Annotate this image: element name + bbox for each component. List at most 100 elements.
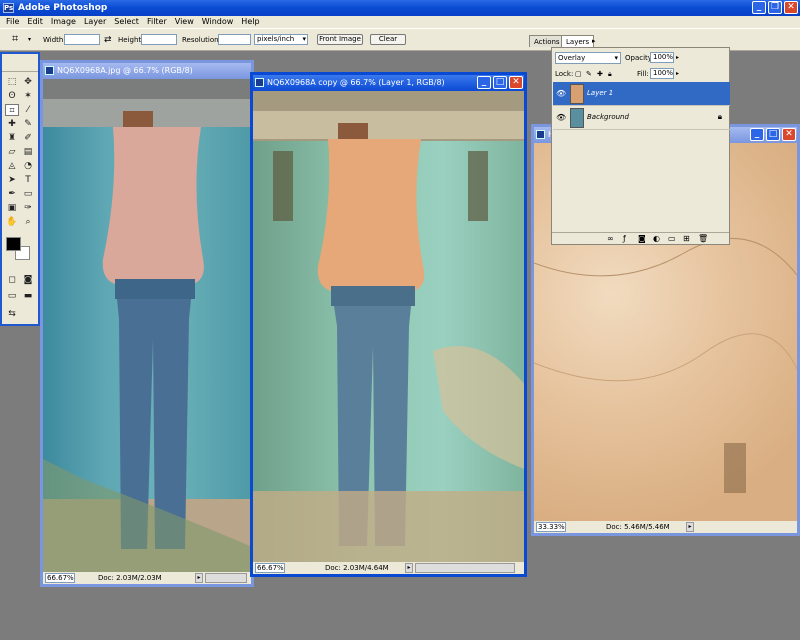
document-title-bar[interactable]: NQ6X0968A copy @ 66.7% (Layer 1, RGB/8) … (253, 75, 524, 91)
lasso-tool-icon[interactable]: ʘ (5, 90, 19, 102)
close-button[interactable]: ✕ (782, 128, 796, 141)
eye-icon[interactable]: 👁︎ (556, 113, 566, 122)
photo-image (43, 79, 251, 572)
horizontal-scrollbar[interactable] (205, 573, 247, 583)
slice-tool-icon[interactable]: ⁄ (21, 104, 35, 116)
photo-image-blended (253, 91, 524, 562)
status-bar: 66.67% Doc: 2.03M/2.03M ▸ (43, 572, 251, 584)
document-canvas[interactable] (253, 91, 524, 562)
standard-mode-icon[interactable]: ◻ (5, 274, 19, 286)
zoom-field[interactable]: 66.67% (45, 573, 75, 583)
opacity-field[interactable]: 100% (650, 52, 674, 63)
crop-tool-icon[interactable]: ⌗ (5, 104, 19, 116)
layer-mask-icon[interactable]: ◙ (638, 234, 646, 244)
clear-button[interactable]: Clear (370, 34, 406, 45)
new-layer-icon[interactable]: ⊞ (683, 234, 690, 244)
shape-tool-icon[interactable]: ▭ (21, 188, 35, 200)
menu-edit[interactable]: Edit (23, 16, 47, 28)
lock-position-icon[interactable]: ✚ (597, 69, 603, 79)
document-canvas[interactable] (43, 79, 251, 572)
type-tool-icon[interactable]: T (21, 174, 35, 186)
document-window-copy[interactable]: NQ6X0968A copy @ 66.7% (Layer 1, RGB/8) … (250, 72, 527, 577)
layer-style-icon[interactable]: ƒ (623, 234, 626, 244)
menu-window[interactable]: Window (198, 16, 238, 28)
eye-icon[interactable]: 👁︎ (556, 89, 566, 98)
status-menu-arrow-icon[interactable]: ▸ (405, 563, 413, 573)
opacity-slider-arrow-icon[interactable]: ▸ (676, 53, 679, 63)
menu-filter[interactable]: Filter (143, 16, 171, 28)
maximize-button[interactable]: □ (766, 128, 780, 141)
menu-file[interactable]: File (2, 16, 23, 28)
status-menu-arrow-icon[interactable]: ▸ (195, 573, 203, 583)
layers-palette: Overlay ▾ Opacity: 100% ▸ Lock: ▢ ✎ ✚ 🔒︎… (551, 47, 730, 245)
toolbox-header-feather (2, 54, 38, 72)
path-selection-tool-icon[interactable]: ➤ (5, 174, 19, 186)
gradient-tool-icon[interactable]: ▤ (21, 146, 35, 158)
history-brush-tool-icon[interactable]: ✐ (21, 132, 35, 144)
minimize-button[interactable]: _ (752, 1, 766, 14)
eyedropper-tool-icon[interactable]: ✑ (21, 202, 35, 214)
screen-mode-icon[interactable]: ▭ (5, 290, 19, 302)
document-icon (536, 130, 545, 139)
document-title: NQ6X0968A.jpg @ 66.7% (RGB/8) (57, 66, 193, 75)
zoom-field[interactable]: 33.33% (536, 522, 566, 532)
layer-thumbnail (570, 108, 584, 128)
healing-brush-tool-icon[interactable]: ✚ (5, 118, 19, 130)
menu-view[interactable]: View (171, 16, 198, 28)
resolution-units-select[interactable]: pixels/inch ▾ (254, 34, 308, 45)
palette-menu-icon[interactable]: ▸ (588, 35, 600, 47)
tab-actions[interactable]: Actions (529, 35, 565, 47)
zoom-tool-icon[interactable]: ⌕ (21, 216, 35, 228)
clone-stamp-tool-icon[interactable]: ♜ (5, 132, 19, 144)
menu-image[interactable]: Image (47, 16, 80, 28)
marquee-tool-icon[interactable]: ⬚ (5, 76, 19, 88)
layer-row-layer1[interactable]: 👁︎ Layer 1 (553, 82, 730, 106)
hand-tool-icon[interactable]: ✋ (5, 216, 19, 228)
menu-select[interactable]: Select (110, 16, 143, 28)
new-group-icon[interactable]: ▭ (668, 234, 676, 244)
trash-icon[interactable]: 🗑︎ (698, 234, 708, 244)
notes-tool-icon[interactable]: ▣ (5, 202, 19, 214)
blur-tool-icon[interactable]: ◬ (5, 160, 19, 172)
lock-transparency-icon[interactable]: ▢ (575, 69, 582, 79)
width-field[interactable] (64, 34, 100, 45)
minimize-button[interactable]: _ (750, 128, 764, 141)
minimize-button[interactable]: _ (477, 76, 491, 89)
layer-row-background[interactable]: 👁︎ Background 🔒︎ (553, 106, 730, 130)
full-screen-mode-icon[interactable]: ▬ (21, 290, 35, 302)
eraser-tool-icon[interactable]: ▱ (5, 146, 19, 158)
close-button[interactable]: ✕ (784, 1, 798, 14)
height-field[interactable] (141, 34, 177, 45)
adjustment-layer-icon[interactable]: ◐ (653, 234, 660, 244)
move-tool-icon[interactable]: ✥ (21, 76, 35, 88)
resolution-field[interactable] (218, 34, 251, 45)
jump-to-imageready-icon[interactable]: ⇆ (5, 308, 19, 320)
menu-help[interactable]: Help (237, 16, 263, 28)
fill-slider-arrow-icon[interactable]: ▸ (676, 69, 679, 79)
zoom-field[interactable]: 66.67% (255, 563, 285, 573)
document-title-bar[interactable]: NQ6X0968A.jpg @ 66.7% (RGB/8) (43, 63, 251, 79)
close-button[interactable]: ✕ (509, 76, 523, 89)
document-window-original[interactable]: NQ6X0968A.jpg @ 66.7% (RGB/8) 66.67% Doc… (40, 60, 254, 587)
horizontal-scrollbar[interactable] (415, 563, 515, 573)
link-layers-icon[interactable]: ∞ (607, 234, 614, 244)
tool-preset-arrow-icon[interactable]: ▾ (28, 35, 31, 45)
brush-tool-icon[interactable]: ✎ (21, 118, 35, 130)
lock-image-icon[interactable]: ✎ (586, 69, 592, 79)
pen-tool-icon[interactable]: ✒ (5, 188, 19, 200)
resolution-units-value: pixels/inch (257, 35, 295, 43)
swap-dimensions-icon[interactable]: ⇄ (104, 35, 112, 45)
front-image-button[interactable]: Front Image (317, 34, 363, 45)
maximize-button[interactable]: □ (493, 76, 507, 89)
foreground-color-swatch-top[interactable] (6, 237, 21, 251)
menu-layer[interactable]: Layer (80, 16, 110, 28)
lock-all-icon[interactable]: 🔒︎ (608, 69, 612, 79)
blend-mode-select[interactable]: Overlay ▾ (555, 52, 621, 64)
restore-button[interactable]: ❐ (768, 1, 782, 14)
magic-wand-tool-icon[interactable]: ✶ (21, 90, 35, 102)
crop-tool-icon[interactable]: ⌗ (12, 33, 18, 44)
status-menu-arrow-icon[interactable]: ▸ (686, 522, 694, 532)
quick-mask-mode-icon[interactable]: ◙ (21, 274, 35, 286)
fill-field[interactable]: 100% (650, 68, 674, 79)
dodge-tool-icon[interactable]: ◔ (21, 160, 35, 172)
